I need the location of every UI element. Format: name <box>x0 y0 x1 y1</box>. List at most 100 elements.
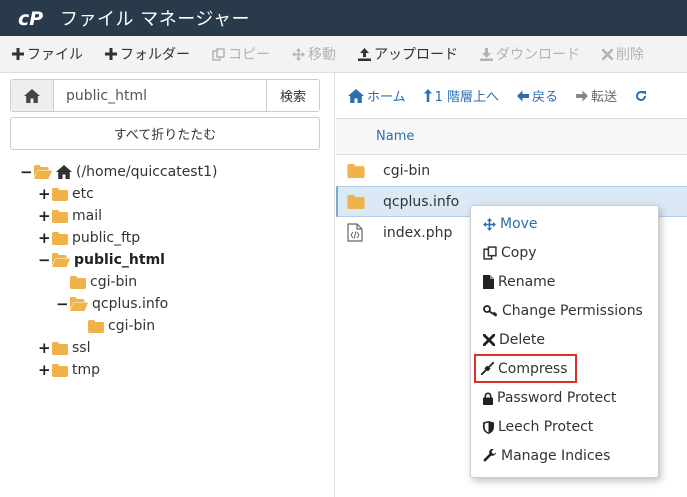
menu-item-label: Copy <box>501 245 537 261</box>
arrow-left-icon <box>517 90 530 101</box>
path-input[interactable] <box>54 80 266 111</box>
forward-label: 転送 <box>591 90 618 105</box>
column-name-header[interactable]: Name <box>376 129 414 144</box>
home-icon <box>56 165 72 179</box>
tree-item-qcplus-info[interactable]: − qcplus.info <box>56 293 168 315</box>
upload-button[interactable]: アップロード <box>346 36 468 72</box>
tree-item-public-html[interactable]: − public_html <box>38 249 165 271</box>
menu-item-label: Compress <box>498 360 568 377</box>
search-button[interactable]: 検索 <box>266 80 319 111</box>
move-label: 移動 <box>308 47 336 63</box>
forward-button[interactable]: 転送 <box>564 86 623 105</box>
home-label: ホーム <box>367 90 406 105</box>
home-icon <box>348 88 364 103</box>
folder-icon <box>52 363 68 377</box>
new-folder-button[interactable]: フォルダー <box>93 36 200 72</box>
file-list-header: Name <box>336 119 687 155</box>
reload-icon <box>636 90 647 101</box>
folder-open-icon <box>34 165 52 179</box>
collapse-toggle[interactable]: − <box>56 295 69 313</box>
folder-open-icon <box>52 253 70 267</box>
menu-item-delete[interactable]: Delete <box>483 328 545 352</box>
collapse-all-button[interactable]: すべて折りたたむ <box>10 117 320 150</box>
menu-item-change-permissions[interactable]: Change Permissions <box>483 299 643 323</box>
menu-item-label: Delete <box>499 332 545 348</box>
close-icon <box>483 334 495 346</box>
collapse-toggle[interactable]: − <box>38 251 51 269</box>
move-button[interactable]: 移動 <box>280 36 346 72</box>
wrench-icon <box>483 449 497 462</box>
menu-item-move[interactable]: Move <box>483 212 538 236</box>
up-one-level-button[interactable]: 1 階層上へ <box>412 86 505 105</box>
download-button[interactable]: ダウンロード <box>468 36 590 72</box>
new-file-button[interactable]: ファイル <box>0 36 93 72</box>
navigation-bar: ホーム 1 階層上へ 戻る 転送 <box>336 73 687 119</box>
tree-item-tmp[interactable]: + tmp <box>38 359 100 381</box>
copy-icon <box>483 246 497 260</box>
expand-toggle[interactable]: + <box>38 185 51 203</box>
path-search-group: 検索 <box>10 79 320 112</box>
expand-toggle[interactable]: + <box>38 229 51 247</box>
upload-label: アップロード <box>374 47 458 63</box>
folder-icon <box>52 209 68 223</box>
code-file-icon <box>347 223 377 242</box>
folder-icon <box>52 231 68 245</box>
expand-toggle[interactable]: + <box>38 361 51 379</box>
menu-item-manage-indices[interactable]: Manage Indices <box>483 444 610 468</box>
back-label: 戻る <box>532 90 559 105</box>
menu-item-leech-protect[interactable]: Leech Protect <box>483 415 593 439</box>
file-name: cgi-bin <box>383 162 431 179</box>
collapse-toggle[interactable]: − <box>20 163 33 181</box>
file-row-cgi-bin[interactable]: cgi-bin <box>336 155 687 186</box>
new-file-label: ファイル <box>27 47 83 63</box>
arrow-right-icon <box>576 90 589 101</box>
lock-icon <box>483 392 493 405</box>
menu-item-copy[interactable]: Copy <box>483 241 537 265</box>
menu-item-label: Manage Indices <box>501 448 611 464</box>
home-dir-button[interactable] <box>11 80 54 111</box>
tree-item-cgi-bin[interactable]: cgi-bin <box>70 271 137 293</box>
level-up-icon <box>423 89 432 102</box>
copy-button[interactable]: コピー <box>200 36 280 72</box>
tree-item-ssl[interactable]: + ssl <box>38 337 90 359</box>
svg-text:cP: cP <box>18 8 43 29</box>
delete-button[interactable]: 削除 <box>590 36 654 72</box>
tree-item-public-ftp[interactable]: + public_ftp <box>38 227 140 249</box>
move-icon <box>292 47 305 61</box>
home-icon <box>24 88 40 103</box>
folder-icon <box>52 187 68 201</box>
tree-item-label: cgi-bin <box>108 318 156 334</box>
delete-label: 削除 <box>616 47 644 63</box>
folder-icon <box>347 194 377 209</box>
cpanel-logo[interactable]: cP <box>18 7 48 29</box>
key-icon <box>483 305 498 317</box>
back-button[interactable]: 戻る <box>505 86 564 105</box>
tree-item-etc[interactable]: + etc <box>38 183 94 205</box>
menu-item-compress[interactable]: Compress <box>474 354 577 383</box>
copy-icon <box>212 47 225 61</box>
menu-item-label: Rename <box>498 274 556 290</box>
menu-item-label: Leech Protect <box>498 419 594 435</box>
tree-item-label: cgi-bin <box>90 274 138 290</box>
move-icon <box>483 217 496 231</box>
menu-item-label: Move <box>500 216 538 232</box>
expand-toggle[interactable]: + <box>38 207 51 225</box>
folder-icon <box>70 275 86 289</box>
plus-icon <box>12 48 24 60</box>
menu-item-password-protect[interactable]: Password Protect <box>483 386 616 410</box>
expand-toggle[interactable]: + <box>38 339 51 357</box>
tree-item-root[interactable]: − (/home/quiccatest1) <box>20 161 217 183</box>
file-name: index.php <box>383 224 453 241</box>
file-icon <box>483 275 494 289</box>
folder-open-icon <box>70 297 88 311</box>
menu-item-rename[interactable]: Rename <box>483 270 555 294</box>
plus-icon <box>105 48 117 60</box>
tree-item-label: (/home/quiccatest1) <box>76 164 218 180</box>
tree-item-nested-cgi-bin[interactable]: cgi-bin <box>88 315 155 337</box>
home-button[interactable]: ホーム <box>336 86 412 105</box>
tree-item-mail[interactable]: + mail <box>38 205 102 227</box>
reload-button[interactable] <box>623 90 656 102</box>
download-icon <box>480 47 493 61</box>
menu-item-label: Password Protect <box>497 390 617 406</box>
tree-item-label: qcplus.info <box>92 296 169 312</box>
